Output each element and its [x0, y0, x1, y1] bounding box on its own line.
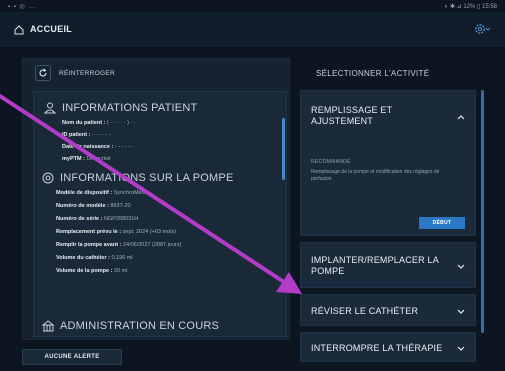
left-scrollbar[interactable]	[282, 118, 285, 180]
activity-description: Remplissage de la pompe et modification …	[311, 169, 440, 182]
replacement-date-row: Remplacement prévu le : sept. 2024 (+63 …	[56, 229, 176, 235]
pump-icon	[42, 172, 54, 184]
status-bar: ▪ ▪ ◎ ... ◐ ✱ ⊿ 12% ▯ 15:58	[0, 0, 505, 12]
info-card[interactable]: INFORMATIONS PATIENT Nom du patient : ( …	[33, 91, 287, 337]
patient-id-row: ID patient : - - - - - -	[62, 132, 111, 138]
pump-volume-row: Volume de la pompe : 20 ml	[56, 268, 128, 274]
patient-info-panel: RÉINTERROGER INFORMATIONS PATIENT Nom du…	[22, 58, 290, 340]
catheter-volume-row: Volume du cathéter : 0,196 ml	[56, 255, 133, 261]
pump-model-row: Modèle de dispositif : SynchroMed	[56, 190, 145, 196]
serial-number-row: Numéro de série : NGP358031H	[56, 216, 139, 222]
refill-before-row: Remplir la pompe avant : 24/06/2027 (288…	[56, 242, 182, 248]
status-icons-left: ▪ ▪ ◎ ...	[8, 4, 37, 10]
activity-section-title: SÉLECTIONNER L'ACTIVITÉ	[316, 69, 430, 78]
activity-label: RÉVISER LE CATHÉTER	[311, 306, 419, 316]
admin-section-title: ADMINISTRATION EN COURS	[42, 320, 219, 332]
activity-label: REMPLISSAGE ET AJUSTEMENT	[311, 105, 393, 126]
patient-section-title: INFORMATIONS PATIENT	[44, 102, 197, 114]
building-icon	[42, 320, 54, 332]
activity-interrupt-therapy[interactable]: INTERROMPRE LA THÉRAPIE	[300, 332, 476, 362]
gear-icon[interactable]	[473, 22, 491, 36]
birthdate-row: Date de naissance : - - - - - -	[62, 144, 134, 150]
refresh-icon	[35, 65, 51, 81]
activity-label: INTERROMPRE LA THÉRAPIE	[311, 343, 443, 353]
chevron-up-icon[interactable]	[457, 113, 465, 121]
chevron-down-icon[interactable]	[457, 307, 465, 315]
model-number-row: Numéro de modèle : 8637-20	[56, 203, 131, 209]
home-icon[interactable]	[14, 25, 24, 35]
tablet-screen: ▪ ▪ ◎ ... ◐ ✱ ⊿ 12% ▯ 15:58 ACCUEIL RÉIN…	[0, 0, 505, 371]
chevron-down-icon[interactable]	[457, 344, 465, 352]
right-scrollbar[interactable]	[481, 90, 484, 333]
person-icon	[44, 102, 56, 114]
myptm-row: myPTM : Désactivé	[62, 156, 111, 162]
app-bar: ACCUEIL	[0, 12, 505, 46]
reinterroger-label: RÉINTERROGER	[59, 69, 115, 77]
activity-implant-replace-pump[interactable]: IMPLANTER/REMPLACER LA POMPE	[300, 242, 476, 288]
patient-name-row: Nom du patient : ( · · · · · ) · · ·	[62, 120, 139, 126]
pump-section-title: INFORMATIONS SUR LA POMPE	[42, 172, 234, 184]
no-alert-button[interactable]: AUCUNE ALERTE	[22, 349, 122, 365]
recommended-badge: RECOMMANDÉ	[311, 159, 351, 165]
reinterroger-button[interactable]: RÉINTERROGER	[35, 65, 115, 81]
activity-label: IMPLANTER/REMPLACER LA POMPE	[311, 255, 439, 276]
start-button[interactable]: DÉBUT	[419, 217, 465, 229]
page-title: ACCUEIL	[30, 24, 73, 34]
activity-revise-catheter[interactable]: RÉVISER LE CATHÉTER	[300, 294, 476, 326]
activity-refill-adjust[interactable]: REMPLISSAGE ET AJUSTEMENT RECOMMANDÉ Remp…	[300, 90, 476, 236]
chevron-down-icon[interactable]	[457, 262, 465, 270]
status-icons-right: ◐ ✱ ⊿ 12% ▯ 15:58	[444, 4, 497, 10]
